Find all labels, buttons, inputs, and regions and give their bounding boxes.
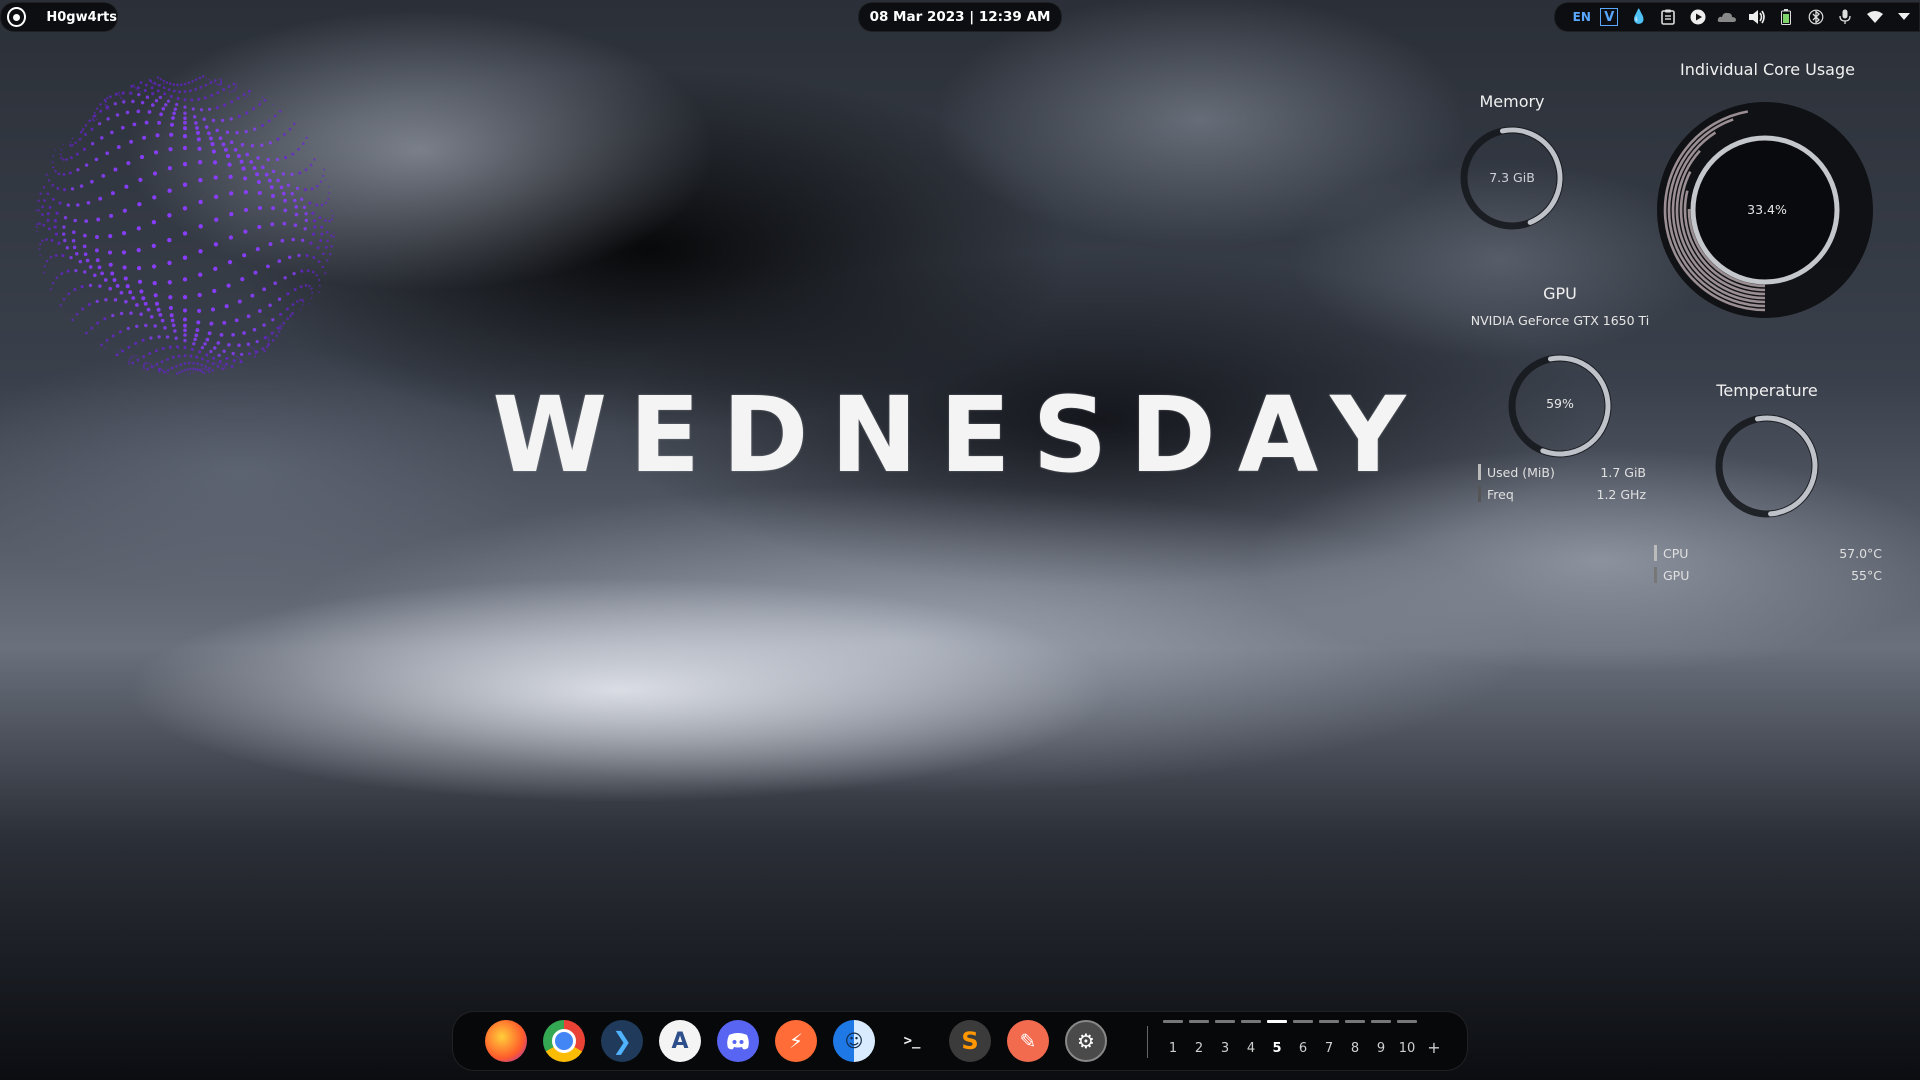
stat-marker [1654, 567, 1657, 583]
workspace-indicator [1293, 1020, 1313, 1023]
vector-app-icon[interactable]: V [1595, 2, 1625, 32]
core-usage-label: Individual Core Usage [1680, 60, 1855, 79]
gpu-used-value: 1.7 GiB [1600, 464, 1646, 480]
workspace-indicator [1241, 1020, 1261, 1023]
language-indicator[interactable]: EN [1569, 2, 1595, 32]
gpu-temp-value: 55°C [1851, 567, 1882, 583]
temperature-label: Temperature [1716, 381, 1818, 400]
clock[interactable]: 08 Mar 2023 | 12:39 AM [858, 2, 1062, 32]
pencil-icon[interactable]: ✎ [1007, 1020, 1049, 1062]
volume-icon[interactable] [1742, 2, 1772, 32]
chrome-icon[interactable] [543, 1020, 585, 1062]
firefox-icon[interactable] [485, 1020, 527, 1062]
memory-value: 7.3 GiB [1489, 170, 1535, 185]
workspace-7[interactable]: 7 [1318, 1041, 1340, 1056]
memory-label: Memory [1479, 92, 1545, 111]
workspace-2[interactable]: 2 [1188, 1041, 1210, 1056]
bluetooth-icon[interactable] [1801, 2, 1831, 32]
cpu-temp-row: CPU 57.0°C [1654, 545, 1882, 561]
workspace-5[interactable]: 5 [1266, 1041, 1288, 1056]
cpu-temp-label: CPU [1663, 545, 1689, 561]
add-workspace-button[interactable]: + [1423, 1038, 1445, 1057]
color-picker-icon[interactable]: 💧 [1624, 2, 1654, 32]
vscode-icon[interactable]: ❯ [601, 1020, 643, 1062]
workspace-3[interactable]: 3 [1214, 1041, 1236, 1056]
core-usage-value: 33.4% [1747, 202, 1787, 217]
gpu-used-label: Used (MiB) [1487, 464, 1555, 480]
clipboard-icon[interactable] [1654, 2, 1684, 32]
gpu-used-row: Used (MiB) 1.7 GiB [1478, 464, 1646, 480]
day-title: WEDNESDAY [492, 374, 1428, 496]
system-tray: EN V 💧 [1554, 2, 1920, 32]
dock: ❯ A ⚡ ☺ >_ S ✎ ⚙ 1 2 3 4 5 6 7 8 9 10 + [452, 1011, 1468, 1071]
dock-separator [1147, 1026, 1148, 1058]
workspace-indicator [1371, 1020, 1391, 1023]
sphere-visualizer [35, 75, 335, 375]
workspace-8[interactable]: 8 [1344, 1041, 1366, 1056]
wifi-icon[interactable] [1860, 2, 1890, 32]
finder-icon[interactable]: ☺ [833, 1020, 875, 1062]
discord-icon[interactable] [717, 1020, 759, 1062]
gpu-freq-label: Freq [1487, 486, 1514, 502]
workspace-indicator [1319, 1020, 1339, 1023]
battery-icon[interactable] [1772, 2, 1802, 32]
workspace-indicator [1189, 1020, 1209, 1023]
cpu-temp-value: 57.0°C [1839, 545, 1882, 561]
gpu-freq-value: 1.2 GHz [1596, 486, 1647, 502]
temperature-gauge [1715, 414, 1819, 518]
username-label: H0gw4rts [46, 9, 117, 25]
microphone-icon[interactable] [1831, 2, 1861, 32]
workspace-9[interactable]: 9 [1370, 1041, 1392, 1056]
workspace-indicator [1215, 1020, 1235, 1023]
launcher-icon[interactable] [7, 7, 27, 27]
cloud-icon[interactable] [1713, 2, 1743, 32]
launcher-pill[interactable]: H0gw4rts [0, 2, 118, 32]
stat-marker [1654, 545, 1657, 561]
workspace-indicator [1267, 1020, 1287, 1023]
workspace-1[interactable]: 1 [1162, 1041, 1184, 1056]
workspace-10[interactable]: 10 [1396, 1041, 1418, 1056]
gauge-arc [1754, 415, 1818, 517]
android-studio-icon[interactable]: A [659, 1020, 701, 1062]
gpu-temp-row: GPU 55°C [1654, 567, 1882, 583]
gpu-freq-row: Freq 1.2 GHz [1478, 486, 1646, 502]
workspace-6[interactable]: 6 [1292, 1041, 1314, 1056]
stat-marker [1478, 464, 1481, 480]
workspace-indicator [1345, 1020, 1365, 1023]
settings-icon[interactable]: ⚙ [1065, 1020, 1107, 1062]
sublime-icon[interactable]: S [949, 1020, 991, 1062]
chevron-down-icon[interactable] [1890, 2, 1920, 32]
sphere-dots [35, 75, 335, 375]
media-play-icon[interactable] [1683, 2, 1713, 32]
gpu-model: NVIDIA GeForce GTX 1650 Ti [1470, 313, 1650, 328]
gpu-temp-label: GPU [1663, 567, 1690, 583]
gpu-usage-value: 59% [1546, 396, 1574, 411]
workspace-indicator [1397, 1020, 1417, 1023]
gpu-label: GPU [1543, 284, 1577, 303]
terminal-icon[interactable]: >_ [891, 1020, 933, 1062]
workspace-4[interactable]: 4 [1240, 1041, 1262, 1056]
postman-icon[interactable]: ⚡ [775, 1020, 817, 1062]
workspace-indicator [1163, 1020, 1183, 1023]
stat-marker [1478, 486, 1481, 502]
